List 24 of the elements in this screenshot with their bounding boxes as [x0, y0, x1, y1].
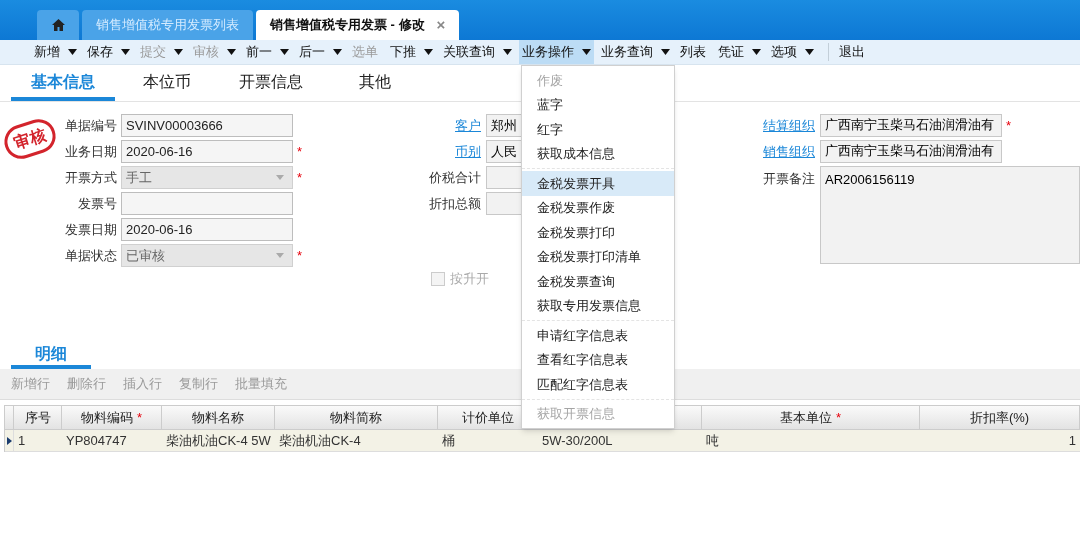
- field-label: 开票备注: [763, 170, 815, 188]
- required-mark: *: [835, 411, 842, 424]
- field-label: 开票方式: [65, 168, 117, 187]
- table-cell-text: 桶: [441, 431, 456, 450]
- field-label: 发票日期: [65, 220, 117, 239]
- field-label: 单据状态: [65, 246, 117, 265]
- required-mark: *: [297, 249, 303, 262]
- table-cell-text: YP804747: [65, 431, 128, 450]
- required-mark: *: [297, 171, 303, 184]
- table-cell-text: 柴油机油CK-4 5W: [165, 431, 272, 450]
- field-label: 价税合计: [429, 168, 481, 187]
- field-label: 单据编号: [65, 116, 117, 135]
- table-cell-text: 1: [1067, 431, 1077, 450]
- table-cell-text: 柴油机油CK-4: [278, 431, 362, 450]
- checkbox-label: 按升开: [450, 269, 489, 288]
- field-label: 发票号: [78, 194, 117, 213]
- required-mark: *: [297, 145, 303, 158]
- table-cell-text: 5W-30/200L: [541, 431, 614, 450]
- field-label: 业务日期: [65, 142, 117, 161]
- required-mark: *: [136, 411, 143, 424]
- table-cell-text: 1: [17, 431, 27, 450]
- required-mark: *: [1006, 119, 1012, 132]
- field-label: 折扣总额: [429, 194, 481, 213]
- table-cell-text: 吨: [705, 431, 720, 450]
